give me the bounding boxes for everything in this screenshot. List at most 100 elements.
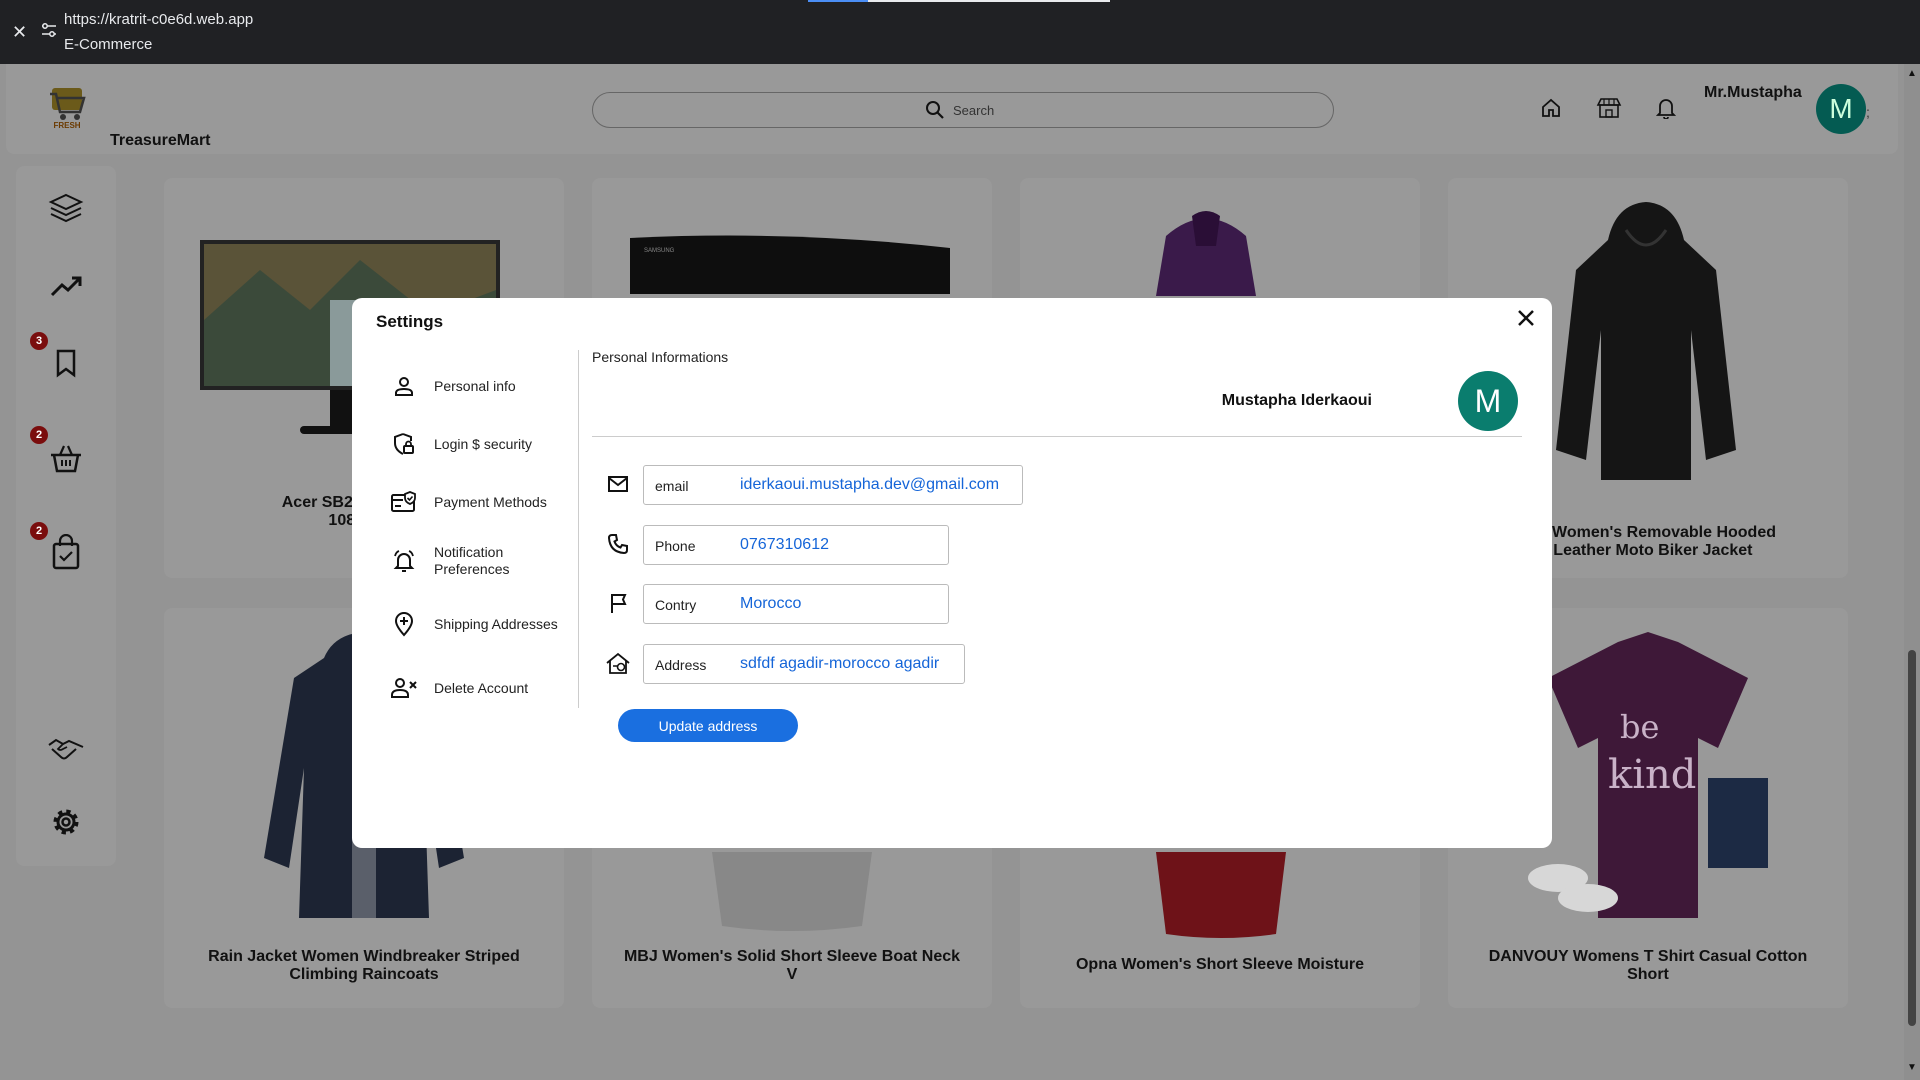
- product-image: [1556, 202, 1736, 480]
- home-icon[interactable]: [1540, 97, 1562, 119]
- notification-bell-icon[interactable]: [1656, 97, 1676, 119]
- mail-icon: [608, 476, 628, 492]
- nav-label: Login $ security: [434, 435, 533, 452]
- field-label: email: [655, 478, 689, 494]
- orders-count-badge: 2: [30, 522, 48, 540]
- sidebar-item-trending[interactable]: [46, 266, 86, 306]
- basket-icon: [51, 445, 81, 473]
- user-name[interactable]: Mr.Mustapha: [1704, 84, 1802, 102]
- product-name: DANVOUY Womens T Shirt Casual Cotton Shor…: [1488, 948, 1808, 983]
- browser-bar: ✕ https://kratrit-c0e6d.web.app E-Commer…: [0, 0, 1920, 64]
- product-image: be kind: [1528, 632, 1768, 918]
- profile-avatar[interactable]: M: [1458, 371, 1518, 431]
- sidebar-item-bookmarks[interactable]: [46, 343, 86, 383]
- avatar[interactable]: M: [1816, 84, 1866, 134]
- flag-icon: [611, 594, 627, 613]
- settings-modal: Settings Personal info Login $ security …: [352, 298, 1552, 848]
- field-icon: [604, 530, 632, 558]
- update-address-button[interactable]: Update address: [618, 709, 798, 742]
- modal-title: Settings: [376, 312, 444, 331]
- nav-label: Shipping Addresses: [434, 615, 558, 632]
- nav-label: Delete Account: [434, 679, 529, 696]
- close-tab-icon[interactable]: ✕: [12, 22, 27, 43]
- field-label: Phone: [655, 538, 696, 554]
- sidebar-item-categories[interactable]: [46, 188, 86, 228]
- product-name: Opna Women's Short Sleeve Moisture: [1075, 956, 1364, 973]
- product-name: MBJ Women's Solid Short Sleeve Boat Neck…: [623, 948, 961, 983]
- field-icon: [604, 470, 632, 498]
- person-icon: [395, 377, 413, 396]
- scroll-down-icon[interactable]: ▼: [1907, 1062, 1917, 1073]
- trending-up-icon: [50, 276, 82, 297]
- nav-divider: [578, 350, 579, 708]
- close-icon[interactable]: [1514, 306, 1538, 330]
- location-plus-icon: [394, 612, 414, 637]
- nav-label: Notification Preferences: [434, 544, 510, 577]
- nav-personal-info[interactable]: Personal info: [390, 372, 564, 400]
- sidebar: 3 2 2: [16, 166, 116, 866]
- sidebar-item-settings[interactable]: [46, 802, 86, 842]
- field-label: Address: [655, 657, 707, 673]
- phone-field[interactable]: Phone 0767310612: [643, 525, 949, 565]
- product-image: SAMSUNG: [630, 235, 950, 294]
- sidebar-item-basket[interactable]: [46, 439, 86, 479]
- layers-icon: [48, 193, 84, 223]
- product-image: [1156, 852, 1286, 938]
- search-input[interactable]: Search: [592, 92, 1334, 128]
- nav-label: Payment Methods: [434, 493, 547, 510]
- phone-icon: [607, 534, 628, 555]
- nav-shipping-addresses[interactable]: Shipping Addresses: [390, 610, 564, 638]
- page-scrollbar[interactable]: ▲ ▼: [1904, 64, 1920, 1080]
- svg-text:kind: kind: [1608, 752, 1696, 798]
- email-field[interactable]: email iderkaoui.mustapha.dev@gmail.com: [643, 465, 1023, 505]
- svg-text:be: be: [1620, 708, 1659, 746]
- bell-ring-icon: [393, 550, 415, 572]
- field-value: iderkaoui.mustapha.dev@gmail.com: [740, 476, 1000, 493]
- sidebar-item-partners[interactable]: [46, 730, 86, 770]
- profile-full-name: Mustapha Iderkaoui: [1221, 392, 1372, 409]
- basket-count-badge: 2: [30, 426, 48, 444]
- brand-name: TreasureMart: [110, 132, 211, 149]
- field-label: Contry: [655, 597, 697, 613]
- payment-card-icon: [391, 491, 416, 512]
- store-icon[interactable]: [1596, 97, 1622, 119]
- scrollbar-thumb[interactable]: [1908, 650, 1916, 1026]
- shield-lock-icon: [394, 433, 414, 455]
- nav-login-security[interactable]: Login $ security: [390, 430, 564, 458]
- store-logo[interactable]: FRESH: [42, 82, 92, 132]
- sidebar-item-orders[interactable]: [46, 532, 86, 572]
- search-icon: [926, 101, 944, 119]
- field-icon: [604, 589, 632, 617]
- page-title: E-Commerce: [64, 36, 153, 53]
- top-header: FRESH TreasureMart Search Mr.Mustapha M …: [6, 64, 1898, 154]
- site-settings-icon[interactable]: [40, 22, 58, 38]
- scroll-up-icon[interactable]: ▲: [1907, 68, 1917, 79]
- svg-text:FRESH: FRESH: [53, 121, 80, 130]
- nav-notification-preferences[interactable]: Notification Preferences: [390, 544, 564, 578]
- bookmark-icon: [56, 349, 76, 378]
- field-icon: [604, 649, 632, 677]
- house-icon: [606, 652, 630, 674]
- address-bar-url[interactable]: https://kratrit-c0e6d.web.app: [64, 11, 253, 28]
- loading-bar: [808, 0, 1110, 2]
- field-value: Morocco: [740, 595, 802, 612]
- bookmark-count-badge: 3: [30, 332, 48, 350]
- product-name: Rain Jacket Women Windbreaker Striped Cli…: [208, 948, 520, 983]
- svg-text:SAMSUNG: SAMSUNG: [644, 248, 675, 254]
- header-trailing-text: ;: [1866, 104, 1870, 120]
- search-placeholder: Search: [953, 103, 995, 118]
- field-value: sdfdf agadir-morocco agadir: [740, 655, 940, 672]
- address-field[interactable]: Address sdfdf agadir-morocco agadir: [643, 644, 965, 684]
- gear-icon: [53, 809, 79, 835]
- nav-label: Personal info: [434, 377, 516, 394]
- product-image: [712, 852, 872, 931]
- handshake-icon: [48, 738, 84, 760]
- product-image: [1156, 211, 1256, 296]
- section-divider: [592, 436, 1522, 437]
- country-field[interactable]: Contry Morocco: [643, 584, 949, 624]
- person-remove-icon: [391, 678, 417, 698]
- nav-payment-methods[interactable]: Payment Methods: [390, 488, 564, 516]
- section-title: Personal Informations: [592, 349, 729, 365]
- nav-delete-account[interactable]: Delete Account: [390, 674, 564, 702]
- field-value: 0767310612: [740, 536, 829, 553]
